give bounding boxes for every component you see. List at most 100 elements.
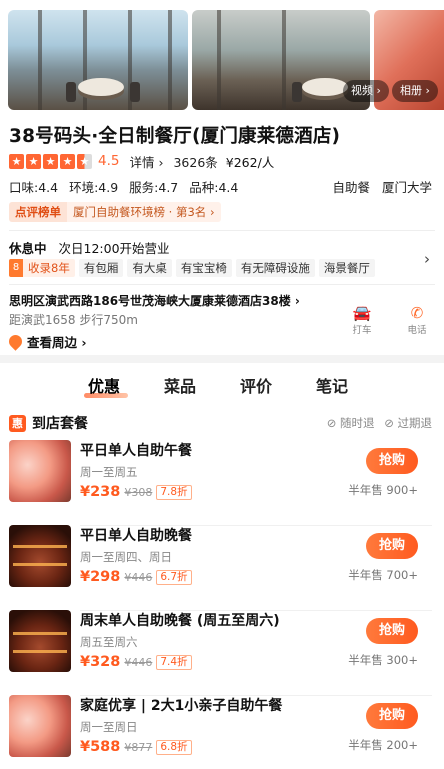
tab-notes[interactable]: 笔记 bbox=[316, 373, 348, 397]
refund-anytime: ⊘ 随时退 bbox=[326, 416, 375, 430]
grill-line bbox=[13, 545, 67, 548]
facility-tag: 海景餐厅 bbox=[318, 259, 375, 277]
window-frame bbox=[83, 10, 87, 110]
deal-days: 周五至周六 bbox=[80, 635, 138, 649]
chair bbox=[66, 82, 76, 102]
facility-tag: 有大桌 bbox=[127, 259, 172, 277]
phone-label: 电话 bbox=[407, 325, 427, 336]
area[interactable]: 厦门大学 bbox=[382, 180, 432, 195]
deal-card[interactable]: 周末单人自助晚餐 (周五至周六) 周五至周六 ¥328 ¥446 7.4折 抢购… bbox=[0, 610, 444, 696]
star-icon: ★ bbox=[43, 153, 58, 169]
category-area: 自助餐 厦门大学 bbox=[324, 177, 432, 196]
section-header: 惠 到店套餐 bbox=[9, 413, 88, 433]
facility-tag: 有包厢 bbox=[78, 259, 124, 277]
car-icon: 🚘 bbox=[352, 304, 372, 322]
grill-line bbox=[13, 632, 67, 635]
original-price: ¥446 bbox=[124, 570, 153, 584]
facility-tag: 有宝宝椅 bbox=[175, 259, 232, 277]
sold-count: 半年售 200+ bbox=[348, 738, 418, 752]
refund-expired: ⊘ 过期退 bbox=[384, 416, 432, 430]
rank-text: 厦门自助餐环境榜 · 第3名 › bbox=[67, 202, 221, 222]
location-pin-icon bbox=[6, 332, 25, 351]
years-badge: 8 收录8年 bbox=[9, 259, 75, 277]
avg-price: ¥262/人 bbox=[225, 154, 275, 170]
sold-count: 半年售 700+ bbox=[348, 568, 418, 582]
section-title: 到店套餐 bbox=[32, 416, 88, 432]
tab-reviews[interactable]: 评价 bbox=[240, 373, 272, 397]
taxi-label: 打车 bbox=[352, 325, 372, 336]
window-frame bbox=[38, 10, 42, 110]
chevron-right-icon[interactable]: › bbox=[424, 250, 430, 268]
facility-tag: 有无障碍设施 bbox=[235, 259, 315, 277]
original-price: ¥308 bbox=[124, 485, 153, 499]
service-score: 服务:4.7 bbox=[129, 180, 179, 195]
review-count[interactable]: 3626条 bbox=[173, 152, 217, 171]
sold-count: 半年售 900+ bbox=[348, 483, 418, 497]
distance: 距演武1658 步行750m bbox=[9, 313, 138, 327]
nearby-label: 查看周边 › bbox=[27, 335, 87, 350]
detail-link[interactable]: 详情 › bbox=[129, 152, 163, 171]
deal-title: 平日单人自助晚餐 bbox=[80, 528, 192, 544]
open-info: 次日12:00开始营业 bbox=[58, 241, 170, 256]
deal-price-row: ¥238 ¥308 7.8折 bbox=[80, 484, 192, 500]
video-button[interactable]: 视频 › bbox=[343, 80, 389, 102]
shop-title: 38号码头·全日制餐厅(厦门康莱德酒店) bbox=[9, 126, 341, 147]
deal-price: ¥298 bbox=[80, 569, 121, 585]
rank-badge[interactable]: 点评榜单 厦门自助餐环境榜 · 第3名 › bbox=[9, 202, 221, 222]
phone-button[interactable]: ✆ 电话 bbox=[397, 304, 437, 336]
address[interactable]: 思明区演武西路186号世茂海峡大厦康莱德酒店38楼 › bbox=[9, 292, 339, 309]
business-status[interactable]: 休息中 次日12:00开始营业 bbox=[9, 238, 170, 257]
deal-title: 平日单人自助午餐 bbox=[80, 443, 192, 459]
deal-price: ¥588 bbox=[80, 739, 121, 755]
restaurant-photo-1[interactable] bbox=[8, 10, 188, 110]
taxi-button[interactable]: 🚘 打车 bbox=[342, 304, 382, 336]
deal-image bbox=[9, 525, 71, 587]
buy-button[interactable]: 抢购 bbox=[366, 533, 418, 559]
album-button[interactable]: 相册 › bbox=[392, 80, 438, 102]
deal-image bbox=[9, 610, 71, 672]
chair bbox=[292, 82, 302, 102]
buy-button[interactable]: 抢购 bbox=[366, 703, 418, 729]
deal-image bbox=[9, 440, 71, 502]
deal-title: 周末单人自助晚餐 (周五至周六) bbox=[80, 613, 280, 629]
buy-button[interactable]: 抢购 bbox=[366, 448, 418, 474]
chair bbox=[130, 82, 140, 102]
deal-card[interactable]: 平日单人自助晚餐 周一至周四、周日 ¥298 ¥446 6.7折 抢购 半年售 … bbox=[0, 525, 444, 611]
content-tabs: 优惠 菜品 评价 笔记 bbox=[0, 373, 444, 403]
deal-card[interactable]: 家庭优享 | 2大1小亲子自助午餐 周一至周日 ¥588 ¥877 6.8折 抢… bbox=[0, 695, 444, 769]
photo-gallery[interactable]: 视频 › 相册 › bbox=[0, 0, 444, 110]
rating-row: ★ ★ ★ ★ ★ 4.5 详情 › 3626条 ¥262/人 bbox=[9, 152, 274, 170]
tab-deals[interactable]: 优惠 bbox=[88, 373, 120, 397]
years-num: 8 bbox=[9, 259, 23, 277]
deal-card[interactable]: 平日单人自助午餐 周一至周五 ¥238 ¥308 7.8折 抢购 半年售 900… bbox=[0, 440, 444, 526]
nearby-link[interactable]: 查看周边 › bbox=[6, 332, 87, 351]
table bbox=[78, 78, 124, 96]
window-frame bbox=[168, 10, 172, 110]
rating-score: 4.5 bbox=[98, 153, 120, 169]
table bbox=[302, 78, 348, 96]
environment-score: 环境:4.9 bbox=[69, 180, 119, 195]
deal-price-row: ¥298 ¥446 6.7折 bbox=[80, 569, 192, 585]
star-icon: ★ bbox=[26, 153, 41, 169]
grill-line bbox=[13, 563, 67, 566]
divider bbox=[9, 284, 435, 285]
original-price: ¥877 bbox=[124, 740, 153, 754]
deal-days: 周一至周四、周日 bbox=[80, 550, 172, 564]
deal-days: 周一至周五 bbox=[80, 465, 138, 479]
buy-button[interactable]: 抢购 bbox=[366, 618, 418, 644]
category[interactable]: 自助餐 bbox=[332, 180, 370, 195]
window-frame bbox=[282, 10, 286, 110]
sub-scores: 口味:4.4 环境:4.9 服务:4.7 品种:4.4 bbox=[9, 177, 245, 196]
discount-badge-icon: 惠 bbox=[9, 414, 26, 432]
years-text: 收录8年 bbox=[28, 261, 70, 275]
half-star-icon: ★ bbox=[77, 153, 92, 169]
grill-line bbox=[13, 650, 67, 653]
discount-badge: 6.7折 bbox=[156, 569, 192, 585]
sold-count: 半年售 300+ bbox=[348, 653, 418, 667]
deal-price-row: ¥328 ¥446 7.4折 bbox=[80, 654, 192, 670]
discount-badge: 7.8折 bbox=[156, 484, 192, 500]
phone-icon: ✆ bbox=[410, 304, 424, 322]
facility-tags[interactable]: 8 收录8年 有包厢 有大桌 有宝宝椅 有无障碍设施 海景餐厅 bbox=[9, 259, 375, 277]
section-gap bbox=[0, 355, 444, 363]
tab-dishes[interactable]: 菜品 bbox=[164, 373, 196, 397]
